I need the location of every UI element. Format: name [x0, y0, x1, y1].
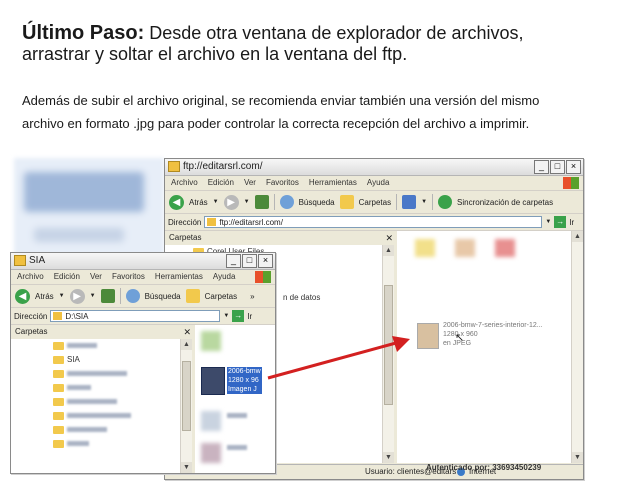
drag-arrow-head	[392, 336, 410, 352]
drag-arrow-line	[267, 341, 397, 380]
drag-arrow	[267, 336, 410, 380]
mouse-cursor-icon: ↖	[455, 332, 465, 344]
